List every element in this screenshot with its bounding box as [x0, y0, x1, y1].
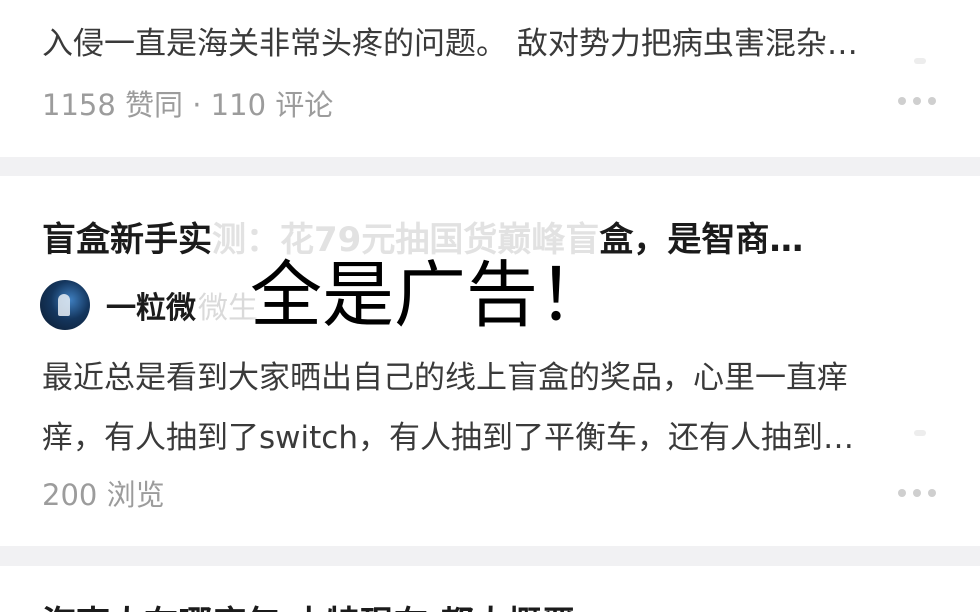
card-excerpt[interactable]: 入侵一直是海关非常头疼的问题。 敌对势力把病虫害混杂… [42, 14, 938, 74]
answer-feed: 入侵一直是海关非常头疼的问题。 敌对势力把病虫害混杂… 1158 赞同 · 11… [0, 0, 980, 612]
more-dots-icon[interactable] [898, 488, 936, 498]
author-name-obscured: 微生 [198, 291, 258, 326]
author-name[interactable]: 一粒微 [106, 283, 196, 327]
feed-card[interactable]: 入侵一直是海关非常头疼的问题。 敌对势力把病虫害混杂… 1158 赞同 · 11… [0, 0, 980, 157]
feed-card[interactable]: 盲盒新手实测：花79元抽国货巅峰盲盒，是智商… 一粒微 微生 最近总是看到大家晒… [0, 176, 980, 546]
faint-more-icon [914, 430, 926, 436]
author-row[interactable]: 一粒微 微生 [40, 280, 258, 330]
card-title-end: 盒，是智商… [599, 220, 804, 260]
faint-more-icon [914, 58, 926, 64]
excerpt-line: 痒，有人抽到了switch，有人抽到了平衡车，还有人抽到… [42, 420, 854, 456]
overlay-caption: 全是广告！ [250, 253, 611, 337]
avatar[interactable] [40, 280, 90, 330]
card-meta: 200 浏览 [42, 478, 165, 512]
feed-card[interactable]: 海南人在哪座年 土特现在 都大概严… [0, 566, 980, 612]
more-dots-icon[interactable] [898, 96, 936, 106]
excerpt-line: 最近总是看到大家晒出自己的线上盲盒的奖品，心里一直痒 [42, 360, 848, 396]
card-title[interactable]: 海南人在哪座年 土特现在 都大概严… [42, 596, 692, 612]
card-meta: 1158 赞同 · 110 评论 [42, 88, 334, 122]
card-excerpt[interactable]: 最近总是看到大家晒出自己的线上盲盒的奖品，心里一直痒 痒，有人抽到了switch… [42, 348, 938, 468]
card-title-start: 盲盒新手实 [42, 220, 212, 260]
